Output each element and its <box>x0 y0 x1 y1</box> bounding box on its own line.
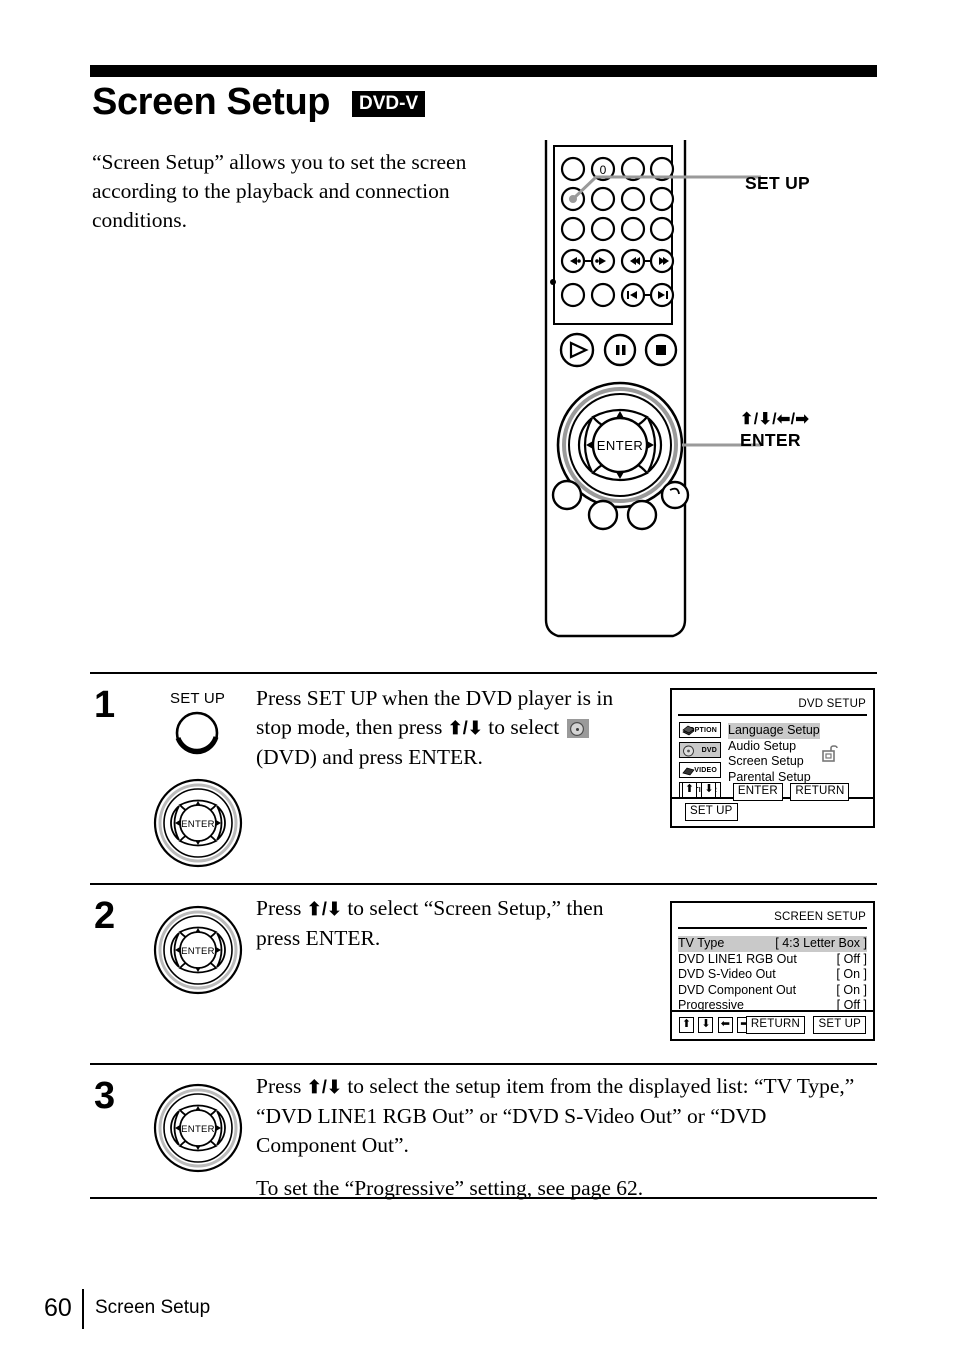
setting-row-dvd-line1-rgb-out[interactable]: DVD LINE1 RGB Out [ Off ] <box>678 952 867 968</box>
osd-screen-setup-rows: TV Type [ 4:3 Letter Box ] DVD LINE1 RGB… <box>678 936 867 1014</box>
osd-screen-setup-footer-arrows: ⬆ ⬇ ⬅ ➡ <box>679 1016 753 1034</box>
setting-label-tv-type: TV Type <box>678 936 725 950</box>
osd-dvd-setup-title: DVD SETUP <box>798 698 866 710</box>
arrow-keys-glyph: ⬆/⬇ <box>447 718 483 738</box>
footer-arrow-down[interactable]: ⬇ <box>698 1016 714 1033</box>
section-divider <box>90 883 877 885</box>
osd-dvd-setup-footer: ⬆ ⬇ ENTER RETURN SET UP <box>682 781 873 821</box>
step-2-text: Press ⬆/⬇ to select “Screen Setup,” then… <box>256 894 651 953</box>
osd-screen-setup-title: SCREEN SETUP <box>774 911 866 923</box>
menu-item-language-setup-label: Language Setup <box>728 723 820 737</box>
step-1-text-part2: to select <box>482 715 565 739</box>
footer-divider <box>82 1289 84 1329</box>
menu-item-language-setup[interactable]: Language Setup <box>728 723 820 739</box>
svg-text:ENTER: ENTER <box>181 1124 215 1135</box>
footer-page-number: 60 <box>44 1294 72 1322</box>
menu-item-screen-setup-label: Screen Setup <box>728 754 804 768</box>
dvd-disc-icon <box>566 719 589 738</box>
callout-label-direction-keys: ⬆/⬇/⬅/➡ <box>740 411 810 428</box>
source-item-video-label: VIDEO <box>694 766 717 774</box>
manual-page: Screen Setup DVD-V “Screen Setup” allows… <box>0 0 954 1352</box>
page-title: Screen Setup <box>92 81 331 123</box>
remote-control-illustration: 0 ENTER <box>536 140 946 640</box>
intro-paragraph: “Screen Setup” allows you to set the scr… <box>92 150 467 232</box>
setup-button-caption: SET UP <box>170 690 226 707</box>
osd-screen-setup-screen: SCREEN SETUP TV Type [ 4:3 Letter Box ] … <box>670 901 875 1041</box>
arrow-keys-glyph: ⬆/⬇ <box>306 1077 342 1097</box>
osd-screen-setup-footer-keys: RETURN SET UP <box>745 1014 866 1034</box>
source-item-video[interactable]: VIDEO <box>679 762 721 778</box>
video-cassette-icon <box>682 765 695 777</box>
step-number-3: 3 <box>94 1075 116 1117</box>
setting-value-dvd-component-out: [ On ] <box>836 982 867 997</box>
step-1-text: Press SET UP when the DVD player is in s… <box>256 684 646 772</box>
osd-footer-rule <box>672 1010 873 1012</box>
footer-arrow-up[interactable]: ⬆ <box>682 781 697 798</box>
step-number-1: 1 <box>94 684 116 726</box>
menu-item-audio-setup-label: Audio Setup <box>728 738 797 753</box>
footer-key-return[interactable]: RETURN <box>790 783 850 801</box>
footer-arrow-up[interactable]: ⬆ <box>679 1016 694 1033</box>
step-3-note: To set the “Progressive” setting, see pa… <box>256 1176 644 1200</box>
svg-text:ENTER: ENTER <box>597 438 644 453</box>
step-number-2: 2 <box>94 895 116 937</box>
footer-key-setup[interactable]: SET UP <box>685 803 738 821</box>
setting-value-dvd-line1-rgb-out: [ Off ] <box>836 951 867 966</box>
setting-label-dvd-line1-rgb-out: DVD LINE1 RGB Out <box>678 951 797 966</box>
source-item-dvd-label: DVD <box>701 746 717 754</box>
dpad-illustration-step3: ENTER <box>148 1083 248 1178</box>
step-3-text-part1: Press <box>256 1074 307 1098</box>
menu-item-audio-setup[interactable]: Audio Setup <box>728 739 820 755</box>
osd-title-rule <box>678 927 867 929</box>
step-2-text-part1: Press <box>256 896 307 920</box>
section-divider <box>90 1063 877 1065</box>
svg-text:ENTER: ENTER <box>181 819 215 830</box>
step-3-text-part2: to select the setup item from the displa… <box>256 1074 855 1157</box>
footer-arrow-down[interactable]: ⬇ <box>701 781 717 798</box>
source-item-option[interactable]: OPTION <box>679 722 721 738</box>
setting-label-dvd-s-video-out: DVD S-Video Out <box>678 967 776 981</box>
footer-section-name: Screen Setup <box>95 1297 211 1318</box>
footer-key-return[interactable]: RETURN <box>745 1016 806 1034</box>
lock-open-icon <box>822 745 842 768</box>
footer-arrow-left[interactable]: ⬅ <box>717 1016 733 1033</box>
osd-dvd-setup-screen: DVD SETUP OPTION DVD VIDEO Language Setu… <box>670 688 875 828</box>
setting-row-dvd-s-video-out[interactable]: DVD S-Video Out [ On ] <box>678 967 867 983</box>
dvd-disc-icon <box>682 745 695 757</box>
arrow-keys-glyph: ⬆/⬇ <box>306 899 342 919</box>
callout-label-enter: ENTER <box>740 430 801 450</box>
disc-type-badge: DVD-V <box>352 91 426 117</box>
callout-label-setup: SET UP <box>745 173 811 193</box>
title-rule <box>90 65 877 77</box>
dpad-illustration-step2: ENTER <box>148 905 248 1000</box>
setting-row-tv-type[interactable]: TV Type [ 4:3 Letter Box ] <box>678 936 867 952</box>
svg-text:ENTER: ENTER <box>181 946 215 957</box>
setting-row-dvd-component-out[interactable]: DVD Component Out [ On ] <box>678 983 867 999</box>
step-3-text: Press ⬆/⬇ to select the setup item from … <box>256 1072 866 1203</box>
svg-text:0: 0 <box>600 163 607 177</box>
osd-title-rule <box>678 714 867 716</box>
source-item-dvd[interactable]: DVD <box>679 742 721 758</box>
footer-key-enter[interactable]: ENTER <box>732 783 783 801</box>
step-1-text-part3: (DVD) and press ENTER. <box>256 745 483 769</box>
setup-button-illustration <box>172 710 226 763</box>
dpad-illustration-step1: ENTER <box>148 778 248 873</box>
setting-value-dvd-s-video-out: [ On ] <box>836 967 867 981</box>
osd-dvd-setup-menu: Language Setup Audio Setup Screen Setup … <box>728 723 820 785</box>
section-divider <box>90 672 877 674</box>
menu-item-screen-setup[interactable]: Screen Setup <box>728 754 820 770</box>
option-icon <box>682 725 695 737</box>
setting-value-tv-type: [ 4:3 Letter Box ] <box>775 936 867 950</box>
footer-key-setup[interactable]: SET UP <box>813 1016 866 1034</box>
setting-label-dvd-component-out: DVD Component Out <box>678 982 797 997</box>
